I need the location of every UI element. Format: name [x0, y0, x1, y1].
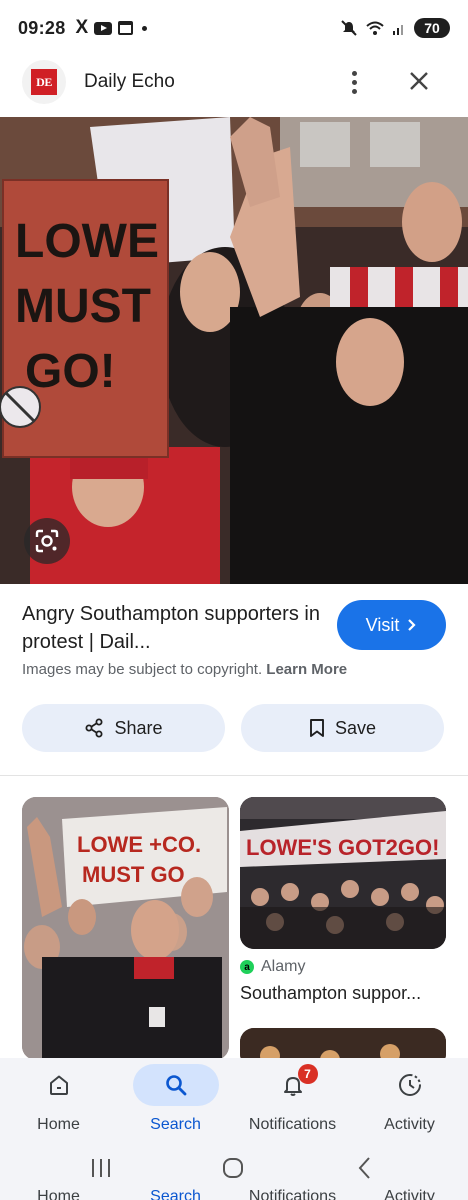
more-dot	[351, 88, 357, 94]
related-image-2[interactable]: LOWE'S GOT2GO!	[240, 797, 446, 949]
related-photo-2: LOWE'S GOT2GO!	[240, 797, 446, 949]
save-label: Save	[334, 717, 377, 738]
wifi-icon	[366, 21, 384, 35]
google-lens-button[interactable]	[24, 518, 70, 564]
nav-search-icon-wrap	[132, 1064, 219, 1106]
search-icon	[165, 1075, 186, 1096]
battery-indicator: 70	[414, 18, 450, 38]
bottom-navigation: Home Search 7 Notifications Activity	[0, 1058, 468, 1144]
banner-line-1: LOWE +CO.	[77, 832, 201, 857]
section-divider	[0, 775, 468, 776]
home-icon	[49, 1075, 68, 1095]
nav-home-label: Home	[37, 1116, 80, 1133]
chevron-right-icon	[408, 619, 416, 631]
ghost-label-home: Home	[37, 1188, 80, 1200]
protest-photo: LOWE MUST GO!	[0, 117, 468, 584]
close-icon	[410, 72, 428, 90]
recent-apps-button[interactable]	[81, 1154, 121, 1182]
status-right-icons: 70	[340, 18, 450, 38]
more-options-button[interactable]	[338, 66, 370, 98]
status-bar: 09:28 X 70	[0, 0, 468, 56]
circle-home-icon	[223, 1158, 243, 1178]
sign-line-2: MUST	[15, 280, 151, 333]
activity-icon	[398, 1074, 421, 1096]
learn-more-link[interactable]: Learn More	[266, 661, 347, 678]
related-image-1[interactable]: LOWE +CO. MUST GO	[22, 797, 229, 1060]
signal-icon	[393, 25, 403, 35]
related-2-source-name: Alamy	[261, 958, 306, 975]
ghost-nav-labels: Home Search Notifications Activity	[0, 1188, 468, 1200]
bookmark-icon	[310, 719, 324, 737]
recent-apps-icon	[92, 1159, 110, 1177]
share-label: Share	[114, 717, 163, 738]
site-logo-mark: DE	[31, 69, 57, 95]
visit-label: Visit	[365, 614, 400, 635]
more-notifications-dot-icon	[142, 25, 148, 31]
share-button[interactable]: Share	[22, 704, 225, 752]
sign-line-1: LOWE	[15, 215, 159, 268]
sign-line-3: GO!	[25, 345, 116, 398]
more-dot	[351, 70, 357, 76]
x-app-icon: X	[75, 17, 89, 38]
notification-icons: X	[76, 17, 148, 39]
related-2-title[interactable]: Southampton suppor...	[240, 983, 446, 1004]
back-chevron-icon	[358, 1157, 370, 1179]
nav-activity[interactable]: Activity	[351, 1058, 468, 1144]
nav-notifications[interactable]: 7 Notifications	[234, 1058, 351, 1144]
save-button[interactable]: Save	[241, 704, 444, 752]
lens-icon	[35, 529, 59, 553]
notification-badge: 7	[297, 1064, 318, 1084]
calendar-icon	[118, 21, 134, 35]
ghost-label-notifications: Notifications	[248, 1188, 337, 1200]
ghost-label-activity: Activity	[384, 1188, 435, 1200]
nav-notifications-icon-wrap: 7	[250, 1064, 336, 1106]
nav-activity-label: Activity	[384, 1116, 435, 1133]
banner-text: LOWE'S GOT2GO!	[246, 835, 439, 860]
mute-icon	[341, 20, 357, 36]
related-2-source[interactable]: a Alamy	[240, 958, 305, 976]
main-image[interactable]: LOWE MUST GO!	[0, 117, 468, 584]
back-button[interactable]	[344, 1154, 384, 1182]
copyright-text: Images may be subject to copyright.	[22, 661, 263, 678]
alamy-icon: a	[240, 960, 254, 974]
system-navigation-bar: Home Search Notifications Activity	[0, 1144, 468, 1200]
banner-line-2: MUST GO	[82, 862, 185, 887]
visit-button[interactable]: Visit	[337, 600, 446, 650]
nav-activity-icon-wrap	[367, 1064, 453, 1106]
image-title[interactable]: Angry Southampton supporters in protest …	[22, 600, 322, 656]
site-name[interactable]: Daily Echo	[84, 71, 175, 93]
copyright-notice: Images may be subject to copyright. Lear…	[22, 661, 347, 678]
home-system-button[interactable]	[213, 1154, 253, 1182]
ghost-label-search: Search	[150, 1188, 201, 1200]
close-button[interactable]	[402, 64, 436, 98]
nav-home[interactable]: Home	[0, 1058, 117, 1144]
youtube-icon	[94, 21, 113, 35]
site-logo[interactable]: DE	[22, 60, 66, 104]
share-icon	[85, 718, 103, 738]
status-time: 09:28	[18, 17, 66, 38]
nav-search[interactable]: Search	[117, 1058, 234, 1144]
nav-search-label: Search	[150, 1116, 201, 1133]
nav-notifications-label: Notifications	[248, 1116, 337, 1133]
source-header: DE Daily Echo	[0, 56, 468, 108]
more-dot	[351, 79, 357, 85]
nav-home-icon-wrap	[16, 1064, 102, 1106]
related-photo-1: LOWE +CO. MUST GO	[22, 797, 229, 1060]
